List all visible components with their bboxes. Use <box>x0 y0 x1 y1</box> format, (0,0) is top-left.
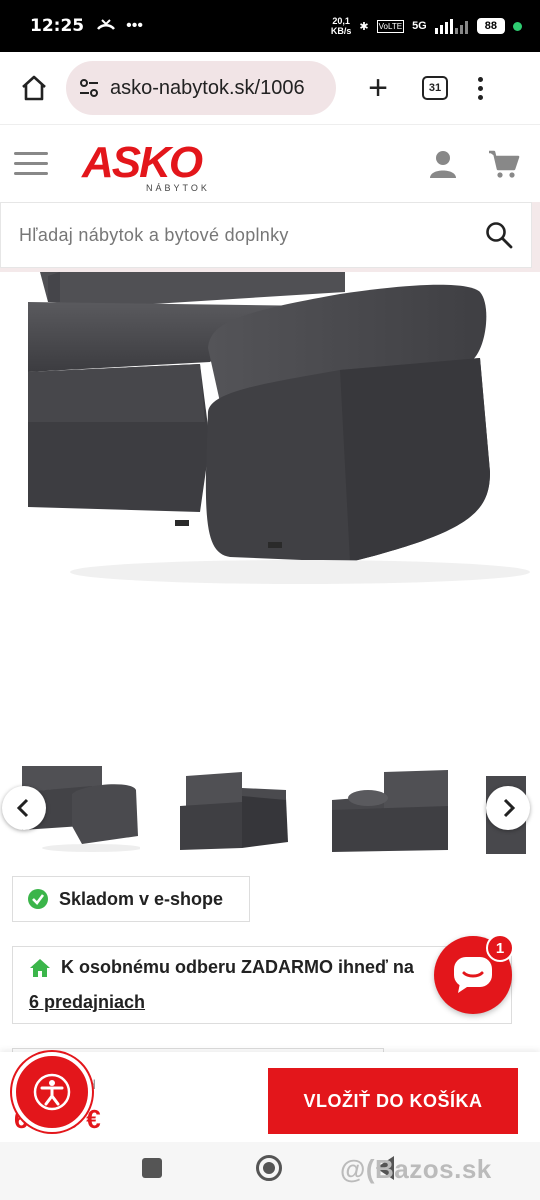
carousel-prev-button[interactable] <box>2 786 46 830</box>
bluetooth-icon: ✱ <box>359 20 369 33</box>
search-icon[interactable] <box>485 221 513 249</box>
user-icon[interactable] <box>428 149 458 179</box>
accessibility-button[interactable] <box>12 1052 92 1132</box>
thumbnail-3[interactable] <box>332 766 448 854</box>
watermark: @(Bazos.sk <box>340 1154 492 1184</box>
add-to-cart-button[interactable]: VLOŽIŤ DO KOŠÍKA <box>268 1068 518 1134</box>
search-placeholder: Hľadaj nábytok a bytové doplnky <box>19 224 289 245</box>
hamburger-icon[interactable] <box>14 152 48 175</box>
missed-call-icon <box>97 19 116 30</box>
tab-count: 31 <box>428 82 442 94</box>
search-bar-wrapper: Hľadaj nábytok a bytové doplnky <box>0 202 540 272</box>
recents-button[interactable] <box>142 1158 162 1178</box>
thumbnail-carousel <box>0 762 540 862</box>
signal-icon <box>434 19 468 34</box>
accessibility-icon <box>33 1073 71 1111</box>
chat-button[interactable]: 1 <box>434 934 514 1014</box>
tabs-button[interactable]: 31 <box>422 76 448 100</box>
pickup-label: K osobnému odberu ZADARMO ihneď na <box>61 957 414 977</box>
home-button[interactable] <box>14 68 54 108</box>
new-tab-button[interactable]: + <box>358 69 398 108</box>
site-logo[interactable]: ASKO NÁBYTOK <box>82 134 242 194</box>
carousel-next-button[interactable] <box>486 786 530 830</box>
product-main-image[interactable] <box>0 272 540 752</box>
clock: 12:25 <box>30 16 85 36</box>
chevron-left-icon <box>16 798 29 818</box>
home-icon <box>22 75 46 101</box>
status-bar: 12:25 ••• 20,1 KB/s ✱ VoLTE 5G 88 <box>0 0 540 52</box>
site-header: ASKO NÁBYTOK <box>0 124 540 202</box>
battery-indicator: 88 <box>476 18 505 34</box>
cart-icon[interactable] <box>488 149 520 179</box>
stock-label: Skladom v e-shope <box>59 888 224 909</box>
overflow-menu-icon[interactable] <box>478 76 483 100</box>
thumbnail-2[interactable] <box>178 766 290 854</box>
chevron-right-icon <box>503 798 516 818</box>
stock-status: Skladom v e-shope <box>12 876 250 922</box>
home-green-icon <box>30 958 50 977</box>
stores-link[interactable]: 6 predajniach <box>29 992 495 1013</box>
chat-icon <box>454 957 492 993</box>
privacy-dot <box>513 21 522 31</box>
volte-icon: VoLTE <box>376 19 405 33</box>
network-type: 5G <box>412 20 427 32</box>
address-bar[interactable]: asko-nabytok.sk/1006 <box>66 61 336 115</box>
plus-icon: + <box>368 68 388 107</box>
system-nav-bar: @(Bazos.sk <box>0 1142 540 1200</box>
home-nav-button[interactable] <box>256 1155 282 1181</box>
search-input[interactable]: Hľadaj nábytok a bytové doplnky <box>0 202 532 268</box>
site-info-icon[interactable] <box>78 77 100 99</box>
browser-toolbar: asko-nabytok.sk/1006 + 31 <box>0 52 540 124</box>
url-text[interactable]: asko-nabytok.sk/1006 <box>110 77 305 100</box>
more-notifications-icon: ••• <box>126 17 143 34</box>
network-speed: 20,1 KB/s <box>330 16 352 36</box>
check-circle-icon <box>28 889 48 909</box>
chat-badge: 1 <box>486 934 514 962</box>
